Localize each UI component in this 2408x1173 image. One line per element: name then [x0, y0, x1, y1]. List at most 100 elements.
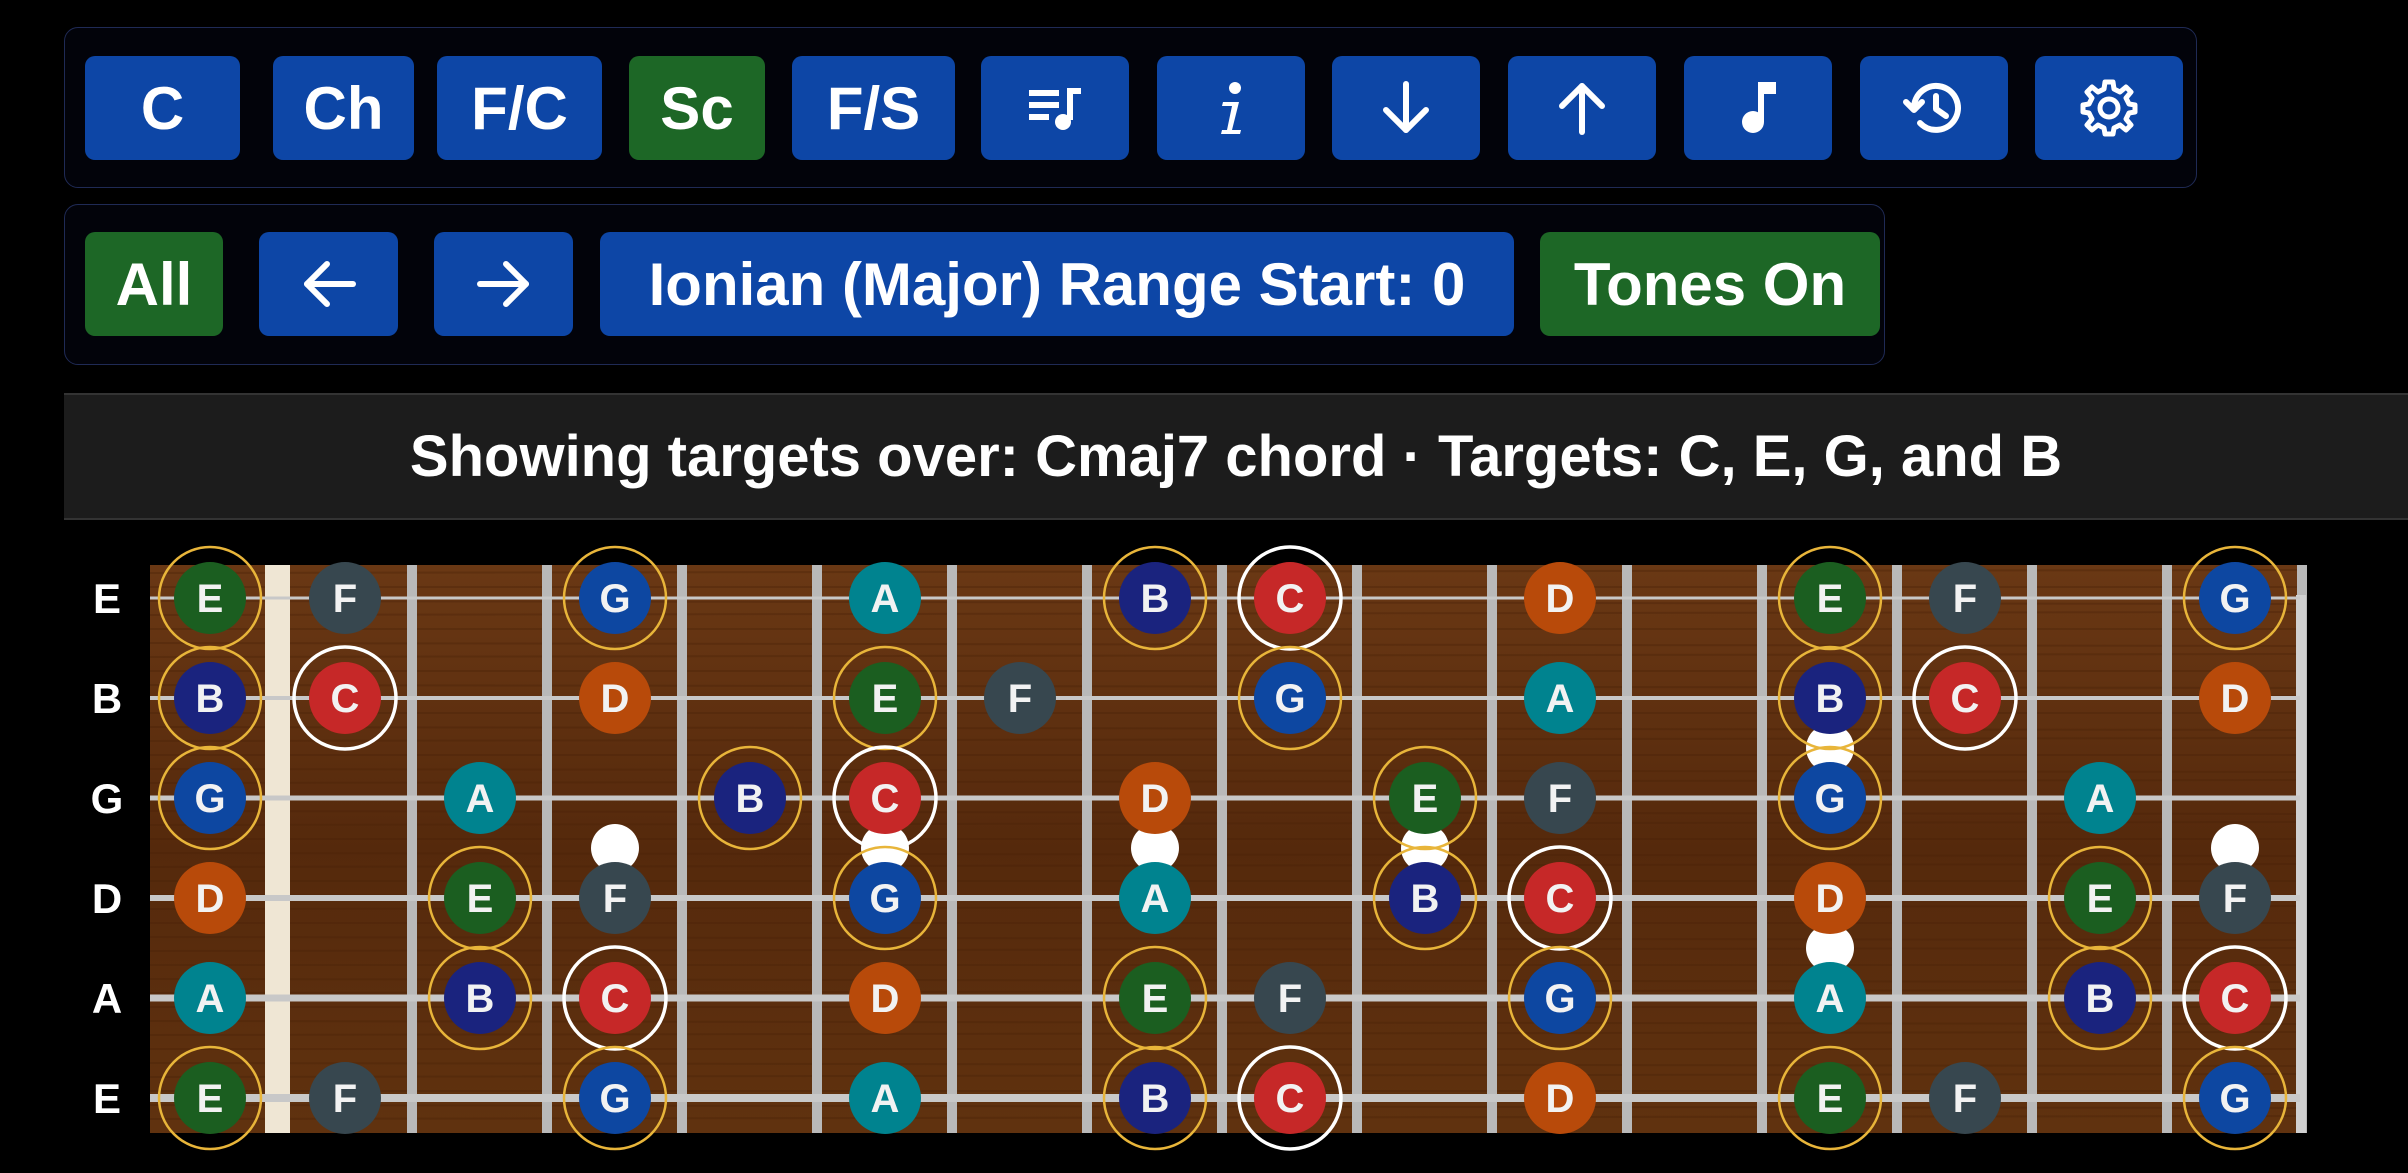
fretboard-canvas[interactable]: E B G D A E E F G A B C D E F G B C D E F G A B C D G A B C D E F G A D E F G… — [0, 540, 2408, 1173]
note-marker[interactable]: A — [1119, 862, 1191, 934]
note-marker[interactable]: G — [1507, 945, 1613, 1051]
previous-button[interactable] — [259, 232, 398, 336]
note-marker[interactable]: A — [849, 562, 921, 634]
note-marker[interactable]: B — [1102, 1045, 1208, 1151]
note-label: D — [1546, 1077, 1575, 1121]
note-label: C — [1276, 1077, 1305, 1121]
settings-button[interactable] — [2035, 56, 2183, 160]
note-marker[interactable]: A — [444, 762, 516, 834]
note-marker[interactable]: D — [1794, 862, 1866, 934]
note-label: A — [2086, 777, 2115, 821]
fret-chord-button[interactable]: F/C — [437, 56, 602, 160]
note-marker[interactable]: G — [562, 545, 668, 651]
note-marker[interactable]: F — [1524, 762, 1596, 834]
note-marker[interactable]: G — [1777, 745, 1883, 851]
note-label: C — [2221, 977, 2250, 1021]
note-label: F — [1008, 677, 1032, 721]
note-marker[interactable]: E — [1372, 745, 1478, 851]
scale-button[interactable]: Sc — [629, 56, 765, 160]
note-marker[interactable]: F — [984, 662, 1056, 734]
fret-wire — [1892, 565, 1902, 1133]
show-all-button[interactable]: All — [85, 232, 223, 336]
note-marker[interactable]: E — [427, 845, 533, 951]
note-label: C — [331, 677, 360, 721]
note-marker[interactable]: C — [1237, 1045, 1343, 1151]
note-marker[interactable]: B — [1372, 845, 1478, 951]
note-label: C — [1546, 877, 1575, 921]
note-marker[interactable]: C — [562, 945, 668, 1051]
note-marker[interactable]: C — [1507, 845, 1613, 951]
note-marker[interactable]: E — [157, 1045, 263, 1151]
note-label: G — [194, 777, 225, 821]
note-marker[interactable]: E — [157, 545, 263, 651]
move-up-button[interactable] — [1508, 56, 1656, 160]
note-marker[interactable]: G — [2182, 545, 2288, 651]
note-marker[interactable]: G — [1237, 645, 1343, 751]
note-marker[interactable]: D — [2199, 662, 2271, 734]
note-marker[interactable]: D — [1119, 762, 1191, 834]
note-marker[interactable]: A — [849, 1062, 921, 1134]
note-label: E — [1817, 1077, 1844, 1121]
note-marker[interactable]: A — [2064, 762, 2136, 834]
playlist-button[interactable] — [981, 56, 1129, 160]
note-marker[interactable]: E — [1777, 1045, 1883, 1151]
note-marker[interactable]: A — [174, 962, 246, 1034]
note-marker[interactable]: C — [832, 745, 938, 851]
note-label: E — [1142, 977, 1169, 1021]
music-note-icon — [1742, 82, 1776, 133]
string-label: A — [92, 975, 122, 1022]
history-button[interactable] — [1860, 56, 2008, 160]
tones-toggle-button[interactable]: Tones On — [1540, 232, 1880, 336]
note-marker[interactable]: F — [309, 1062, 381, 1134]
note-marker[interactable]: B — [157, 645, 263, 751]
note-label: B — [196, 677, 225, 721]
history-icon — [1903, 82, 1961, 133]
note-label: G — [2219, 1077, 2250, 1121]
note-marker[interactable]: D — [579, 662, 651, 734]
note-marker[interactable]: C — [292, 645, 398, 751]
note-label: B — [466, 977, 495, 1021]
chord-button[interactable]: C — [85, 56, 240, 160]
note-label: G — [869, 877, 900, 921]
note-marker[interactable]: B — [427, 945, 533, 1051]
note-marker[interactable]: B — [1777, 645, 1883, 751]
note-marker[interactable]: E — [2047, 845, 2153, 951]
note-marker[interactable]: G — [2182, 1045, 2288, 1151]
note-marker[interactable]: F — [309, 562, 381, 634]
note-marker[interactable]: D — [174, 862, 246, 934]
note-marker[interactable]: B — [1102, 545, 1208, 651]
info-button[interactable] — [1157, 56, 1305, 160]
note-marker[interactable]: E — [832, 645, 938, 751]
chords-button[interactable]: Ch — [273, 56, 414, 160]
note-marker[interactable]: D — [849, 962, 921, 1034]
note-marker[interactable]: G — [157, 745, 263, 851]
note-marker[interactable]: F — [1254, 962, 1326, 1034]
note-marker[interactable]: G — [562, 1045, 668, 1151]
note-marker[interactable]: C — [2182, 945, 2288, 1051]
note-marker[interactable]: F — [2199, 862, 2271, 934]
note-marker[interactable]: C — [1237, 545, 1343, 651]
note-marker[interactable]: C — [1912, 645, 2018, 751]
next-button[interactable] — [434, 232, 573, 336]
info-icon — [1221, 82, 1241, 134]
fret-scale-button-label: F/S — [826, 74, 921, 142]
note-marker[interactable]: B — [697, 745, 803, 851]
note-marker[interactable]: G — [832, 845, 938, 951]
note-marker[interactable]: F — [579, 862, 651, 934]
scale-range-button[interactable]: Ionian (Major) Range Start: 0 — [600, 232, 1514, 336]
note-marker[interactable]: D — [1524, 1062, 1596, 1134]
tone-button[interactable] — [1684, 56, 1832, 160]
fret-scale-button[interactable]: F/S — [792, 56, 955, 160]
note-label: F — [1953, 577, 1977, 621]
main-toolbar: C Ch F/C Sc F/S — [64, 27, 2197, 188]
fret-wire — [1622, 565, 1632, 1133]
note-marker[interactable]: F — [1929, 562, 2001, 634]
note-marker[interactable]: A — [1794, 962, 1866, 1034]
note-marker[interactable]: B — [2047, 945, 2153, 1051]
note-marker[interactable]: A — [1524, 662, 1596, 734]
note-marker[interactable]: D — [1524, 562, 1596, 634]
note-marker[interactable]: E — [1102, 945, 1208, 1051]
note-marker[interactable]: F — [1929, 1062, 2001, 1134]
move-down-button[interactable] — [1332, 56, 1480, 160]
note-marker[interactable]: E — [1777, 545, 1883, 651]
